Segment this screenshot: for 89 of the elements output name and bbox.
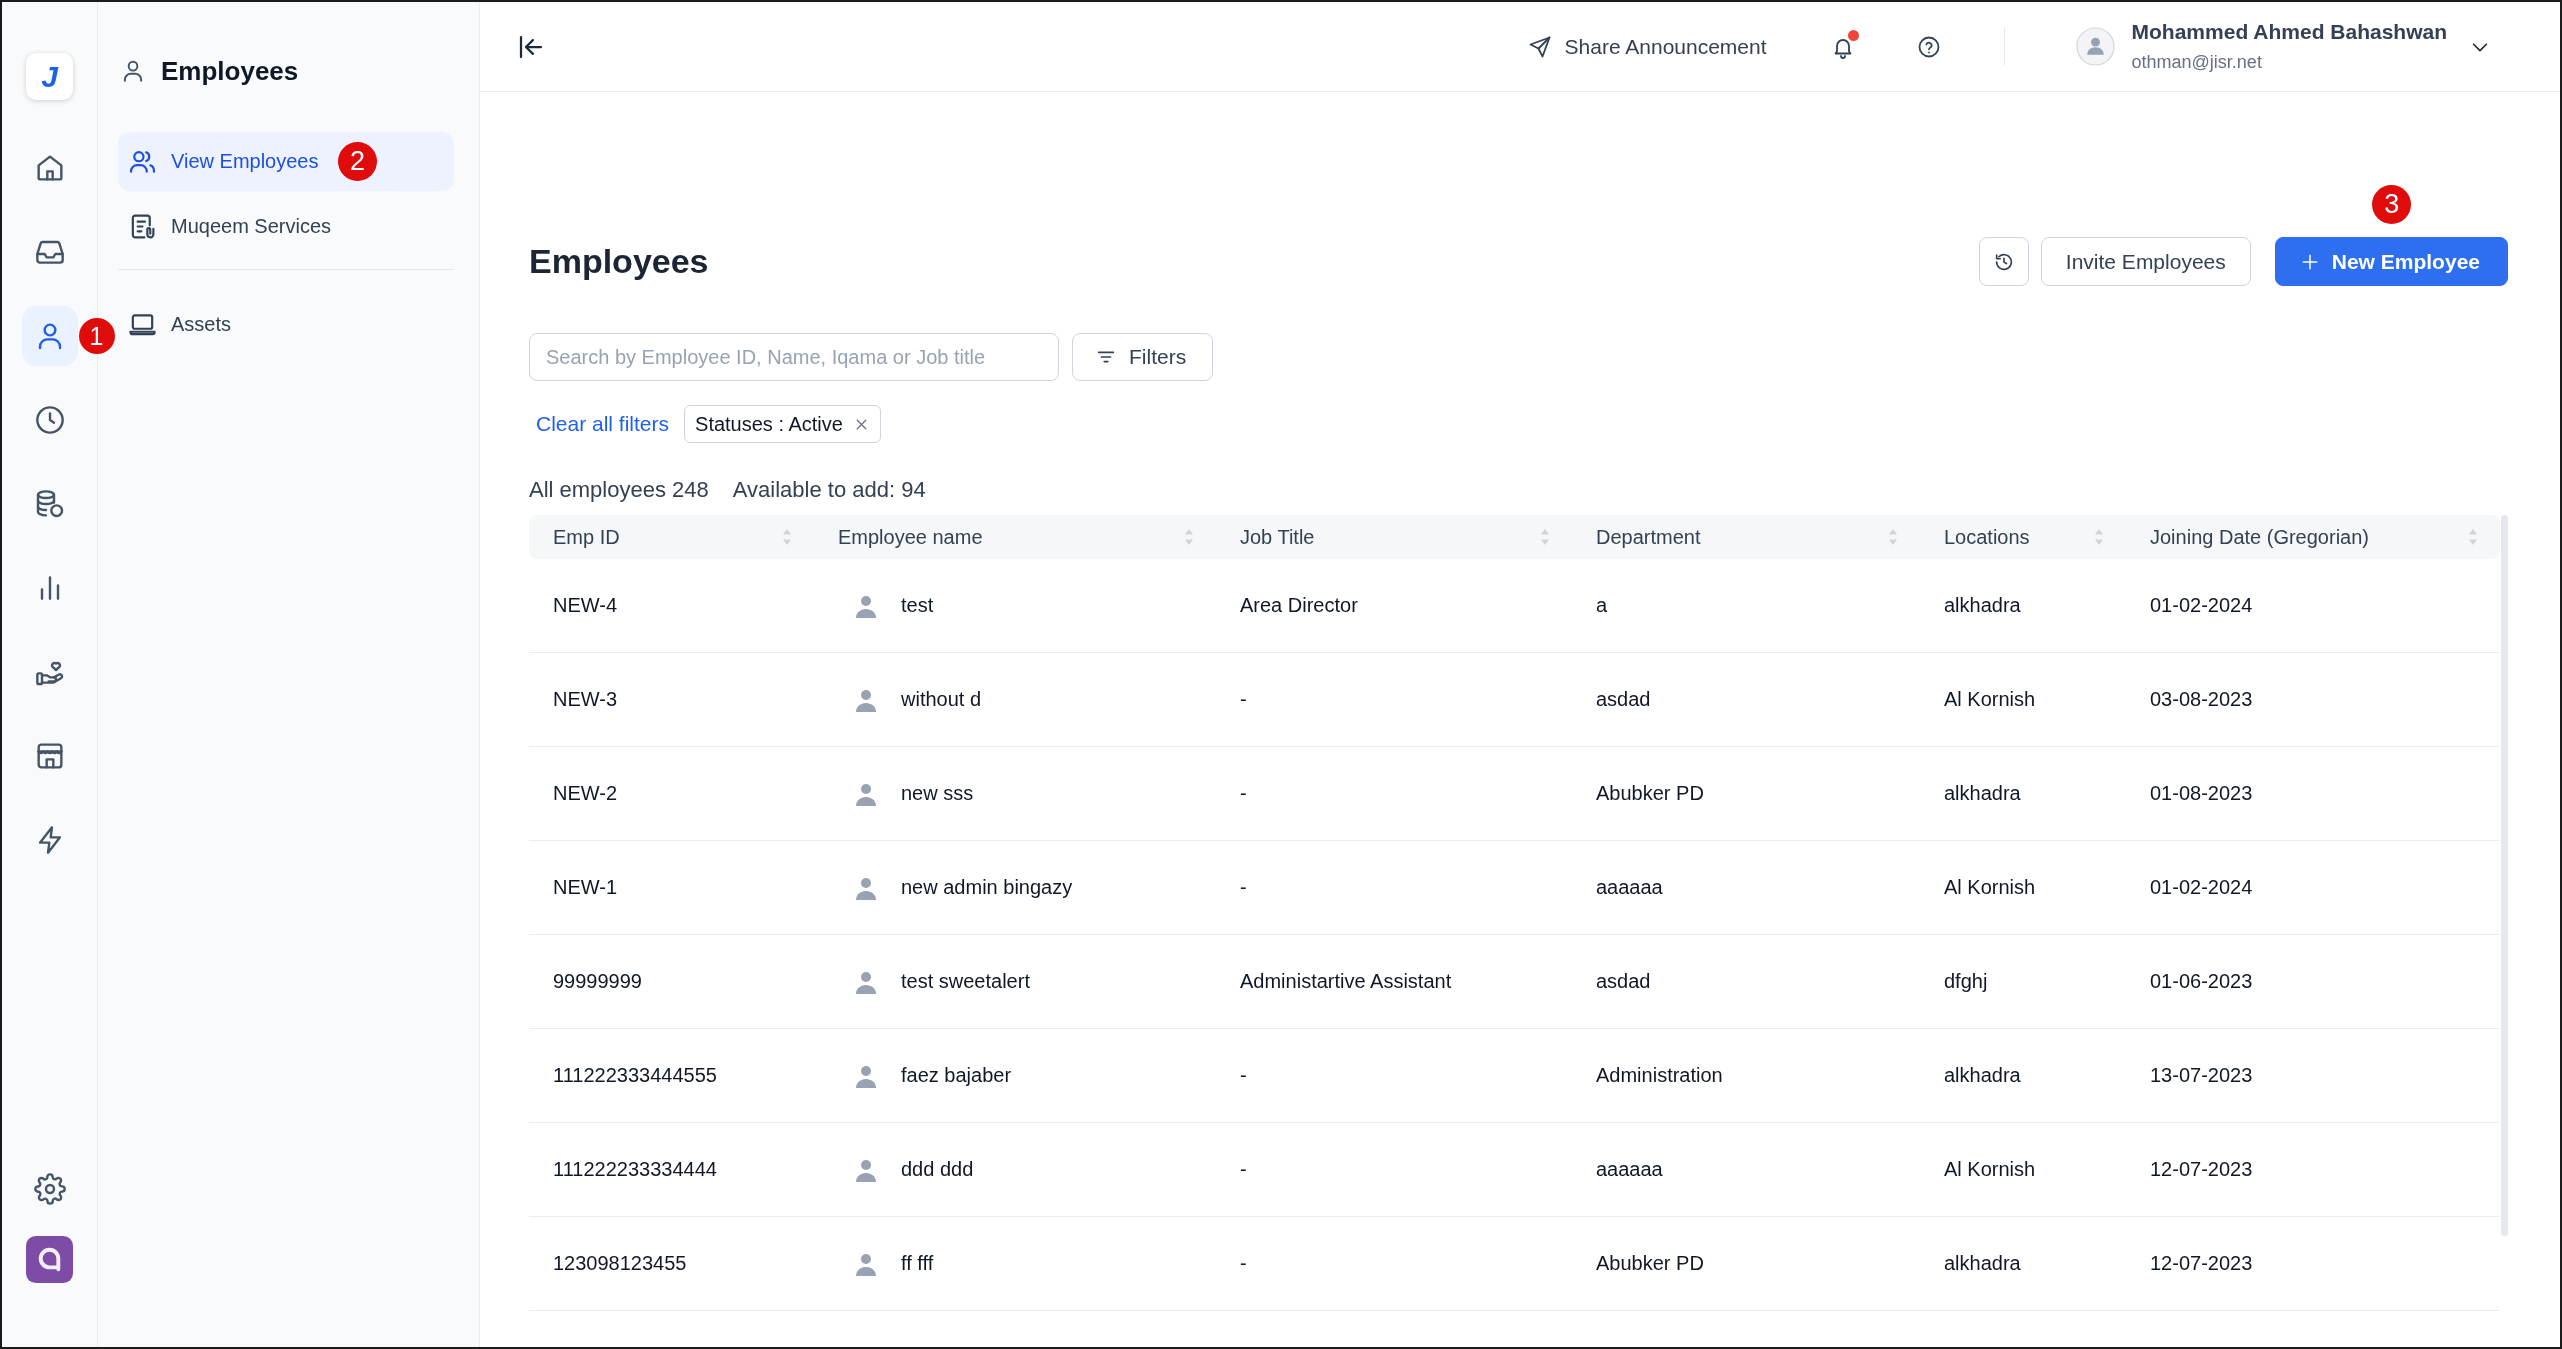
avatar-icon <box>854 687 878 712</box>
table-cell: ddd ddd <box>901 1158 974 1181</box>
table-cell: alkhadra <box>1944 782 2021 805</box>
app-logo-icon <box>26 1235 73 1283</box>
table-cell: 01-02-2024 <box>2150 876 2253 899</box>
table-cell: 123098123455 <box>553 1252 687 1275</box>
table-cell: new admin bingazy <box>901 876 1073 899</box>
avatar-icon <box>854 1251 878 1276</box>
step-marker: 3 <box>2372 185 2412 224</box>
new-employee-button[interactable]: New Employee <box>2274 237 2508 286</box>
sidebar-item[interactable]: Muqeem Services <box>118 197 454 256</box>
step-marker: 1 <box>78 318 115 354</box>
table-cell: NEW-3 <box>553 688 618 711</box>
table-cell: NEW-4 <box>553 594 618 617</box>
table-cell: 01-06-2023 <box>2150 970 2253 993</box>
table-cell: - <box>1240 1064 1247 1087</box>
table-cell: faez bajaber <box>901 1064 1012 1087</box>
avatar-icon <box>854 781 878 806</box>
table-cell: 01-02-2024 <box>2150 594 2253 617</box>
avatar-icon <box>854 593 878 618</box>
table-cell: 111222233334444 <box>553 1158 717 1181</box>
app-logo[interactable]: J <box>26 53 73 100</box>
summary-text: All employees 248 <box>529 476 709 504</box>
share-announcement-button[interactable]: Share Announcement <box>1527 34 1767 59</box>
user-name: Mohammed Ahmed Bahashwan <box>2131 19 2447 45</box>
table-cell: alkhadra <box>1944 594 2021 617</box>
table-cell: Administration <box>1596 1064 1723 1087</box>
table-cell: - <box>1240 1158 1247 1181</box>
table-cell: aaaaaa <box>1596 876 1663 899</box>
summary-text: Available to add: 94 <box>732 476 926 504</box>
table-cell: new sss <box>901 782 974 805</box>
avatar-icon <box>854 969 878 994</box>
column-header[interactable]: Job Title <box>1240 525 1315 549</box>
table-cell: NEW-1 <box>553 876 618 899</box>
table-cell: 99999999 <box>553 970 642 993</box>
help-icon[interactable] <box>1916 34 1941 59</box>
column-header[interactable]: Emp ID <box>553 525 620 549</box>
table-cell: asdad <box>1596 970 1651 993</box>
rail-nav-button[interactable] <box>21 306 78 366</box>
table-cell: NEW-2 <box>553 782 618 805</box>
table-cell: Al Kornish <box>1944 876 2036 899</box>
table-cell: Abubker PD <box>1596 782 1704 805</box>
table-cell: 03-08-2023 <box>2150 688 2253 711</box>
send-icon <box>1527 34 1552 59</box>
table-cell: 111222333444555 <box>553 1064 717 1087</box>
table-cell: 12-07-2023 <box>2150 1252 2253 1275</box>
settings-icon <box>33 1173 66 1205</box>
table-cell: asdad <box>1596 688 1651 711</box>
table-cell: dfghj <box>1944 970 1988 993</box>
table-cell: - <box>1240 688 1247 711</box>
table-cell: without d <box>901 688 982 711</box>
table-cell: Area Director <box>1240 594 1358 617</box>
avatar-icon <box>854 875 878 900</box>
table-cell: test sweetalert <box>901 970 1030 993</box>
table-cell: 12-07-2023 <box>2150 1158 2253 1181</box>
column-header[interactable]: Joining Date (Gregorian) <box>2150 525 2369 549</box>
clock-icon <box>33 404 66 436</box>
column-header[interactable]: Department <box>1596 525 1701 549</box>
filters-button[interactable]: Filters <box>1072 333 1214 381</box>
table-cell: aaaaaa <box>1596 1158 1663 1181</box>
table-cell: 01-08-2023 <box>2150 782 2253 805</box>
clear-filters-link[interactable]: Clear all filters <box>536 412 670 436</box>
table-cell: alkhadra <box>1944 1252 2021 1275</box>
avatar-icon <box>854 1157 878 1182</box>
search-field[interactable]: Search by Employee ID, Name, Iqama or Job title <box>529 333 1059 381</box>
filter-chip-label: Statuses : Active <box>695 412 843 436</box>
table-cell: Administartive Assistant <box>1240 970 1452 993</box>
user-email: othman@jisr.net <box>2131 51 2263 74</box>
table-cell: 13-07-2023 <box>2150 1064 2253 1087</box>
avatar-icon <box>854 1063 878 1088</box>
invite-button[interactable]: Invite Employees <box>2040 237 2251 286</box>
table-cell: a <box>1596 594 1608 617</box>
table-cell: - <box>1240 1252 1247 1275</box>
table-cell: Al Kornish <box>1944 688 2036 711</box>
sidebar-item[interactable]: Assets <box>118 295 454 354</box>
scrollbar-thumb[interactable] <box>2501 515 2508 1236</box>
table-cell: ff fff <box>901 1252 934 1275</box>
sidebar-title: Employees <box>161 55 299 87</box>
column-header[interactable]: Employee name <box>838 525 983 549</box>
avatar-icon[interactable] <box>2075 27 2115 66</box>
column-header[interactable]: Locations <box>1944 525 2030 549</box>
page-title: Employees <box>529 242 709 281</box>
table-cell: - <box>1240 876 1247 899</box>
table-cell: - <box>1240 782 1247 805</box>
table-cell: alkhadra <box>1944 1064 2021 1087</box>
table-cell: Abubker PD <box>1596 1252 1704 1275</box>
table-cell: test <box>901 594 934 617</box>
history-button[interactable] <box>1978 237 2029 286</box>
table-cell: Al Kornish <box>1944 1158 2036 1181</box>
